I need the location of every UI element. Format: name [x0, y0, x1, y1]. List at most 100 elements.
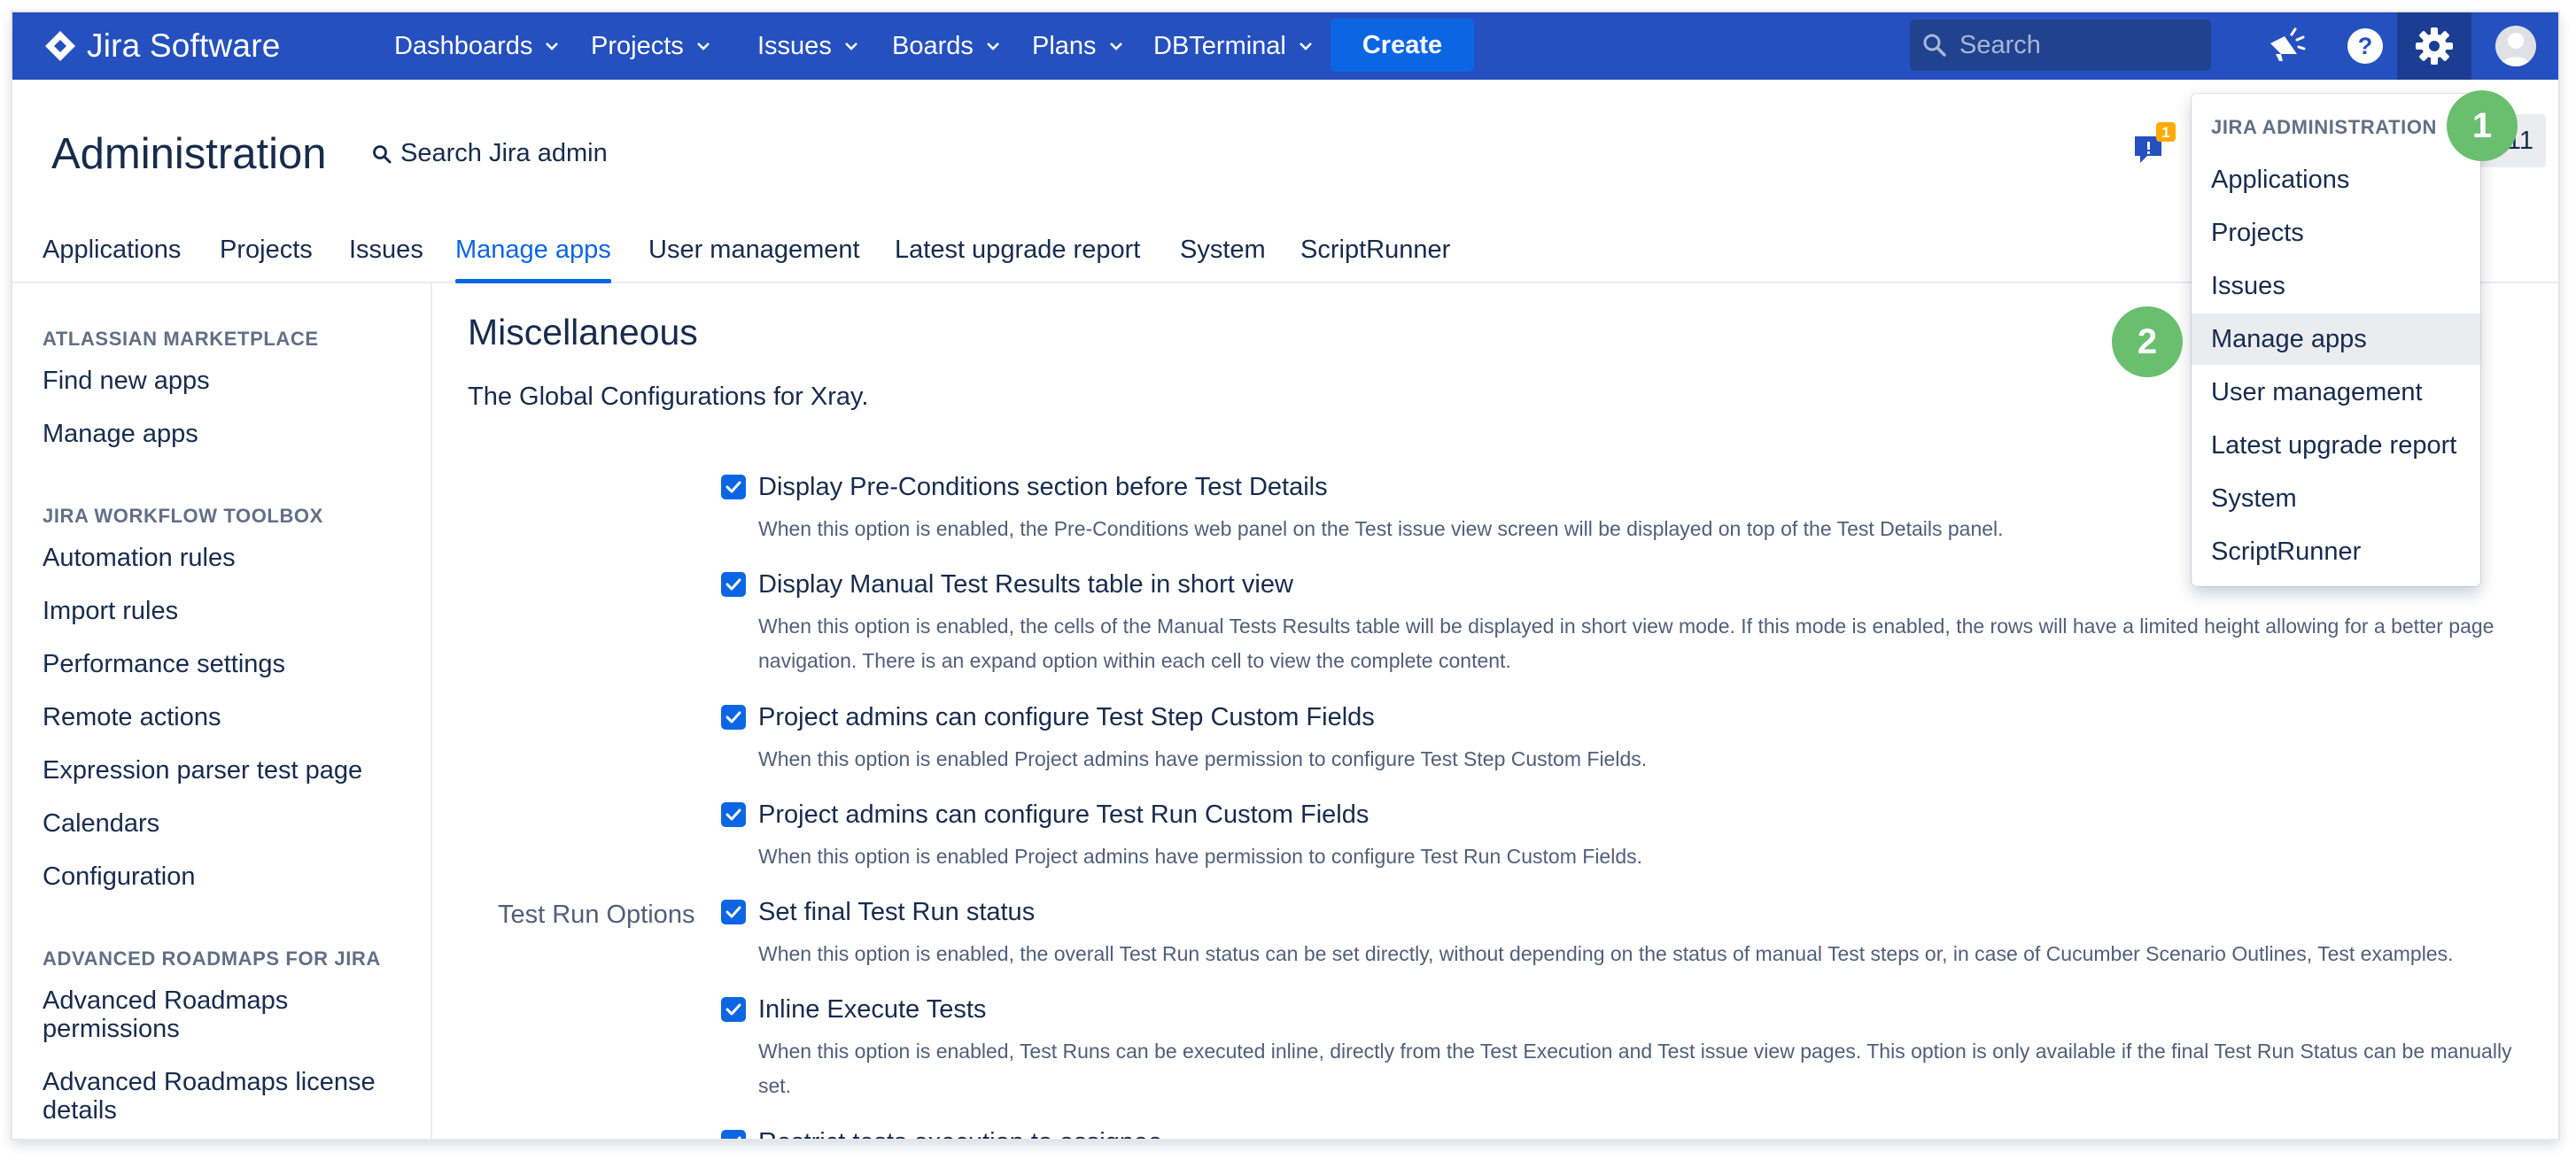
dropdown-item-user-management[interactable]: User management: [2192, 367, 2480, 418]
section-subtitle: The Global Configurations for Xray.: [468, 383, 869, 411]
nav-dbterminal-label: DBTerminal: [1153, 31, 1286, 60]
step-marker-2: 2: [2112, 306, 2183, 377]
jira-logo[interactable]: Jira Software: [43, 25, 281, 67]
sidebar-item-find-new-apps[interactable]: Find new apps: [43, 367, 415, 395]
option-title: Display Pre-Conditions section before Te…: [758, 473, 1328, 501]
page-title: Administration: [51, 130, 327, 178]
sidebar-item-automation-rules[interactable]: Automation rules: [43, 544, 415, 572]
checkmark-icon: [725, 711, 741, 723]
checkmark-icon: [737, 1136, 741, 1139]
tab-projects[interactable]: Projects: [220, 236, 313, 265]
checkmark-icon: [725, 1003, 741, 1016]
svg-text:?: ?: [2358, 33, 2373, 59]
option-title: Project admins can configure Test Run Cu…: [758, 800, 1369, 829]
nav-projects-label: Projects: [591, 31, 684, 60]
nav-dashboards[interactable]: Dashboards: [394, 25, 559, 67]
sidebar-item-import-rules[interactable]: Import rules: [43, 597, 415, 625]
create-button[interactable]: Create: [1331, 19, 1474, 72]
search-placeholder: Search: [1959, 30, 2041, 59]
search-icon: [1923, 34, 1946, 57]
chevron-down-icon: [696, 43, 710, 50]
dropdown-item-latest-upgrade-report[interactable]: Latest upgrade report: [2192, 420, 2480, 471]
nav-boards[interactable]: Boards: [892, 25, 1000, 67]
sidebar-heading-atlassian-marketplace: ATLASSIAN MARKETPLACE: [43, 328, 319, 350]
administration-dropdown: JIRA ADMINISTRATION Applications Project…: [2192, 94, 2480, 586]
option-description: When this option is enabled, Test Runs c…: [758, 1040, 2512, 1097]
admin-search-label: Search Jira admin: [400, 139, 608, 167]
notification-count: 1: [2161, 124, 2169, 141]
nav-plans[interactable]: Plans: [1032, 25, 1123, 67]
chevron-down-icon: [1109, 43, 1122, 50]
chevron-down-icon: [844, 43, 857, 50]
dropdown-item-manage-apps[interactable]: Manage apps: [2192, 313, 2480, 365]
avatar[interactable]: [2489, 12, 2542, 80]
dropdown-item-scriptrunner[interactable]: ScriptRunner: [2192, 526, 2480, 577]
option-checkbox[interactable]: [721, 705, 746, 730]
global-search-input[interactable]: Search: [1910, 19, 2211, 71]
step-marker-1: 1: [2447, 90, 2518, 161]
tab-user-management[interactable]: User management: [648, 236, 860, 265]
option-checkbox[interactable]: [721, 900, 746, 924]
checkmark-icon: [725, 481, 741, 493]
dropdown-item-system[interactable]: System: [2192, 473, 2480, 524]
sidebar-item-advanced-roadmaps-license-details[interactable]: Advanced Roadmaps license details: [43, 1068, 397, 1125]
dropdown-item-applications[interactable]: Applications: [2192, 154, 2480, 205]
admin-sidebar: ATLASSIAN MARKETPLACE Find new apps Mana…: [12, 283, 432, 1139]
chevron-down-icon: [986, 43, 999, 50]
gear-icon[interactable]: [2397, 12, 2471, 80]
option-title: Display Manual Test Results table in sho…: [758, 570, 1293, 599]
chevron-down-icon: [546, 43, 559, 50]
tab-issues[interactable]: Issues: [349, 236, 423, 265]
nav-dashboards-label: Dashboards: [394, 31, 533, 60]
dropdown-item-issues[interactable]: Issues: [2192, 260, 2480, 312]
tab-scriptrunner[interactable]: ScriptRunner: [1300, 236, 1450, 265]
option-checkbox[interactable]: [721, 572, 746, 597]
megaphone-icon[interactable]: [2259, 12, 2312, 80]
sidebar-heading-advanced-roadmaps: ADVANCED ROADMAPS FOR JIRA: [43, 947, 381, 970]
nav-boards-label: Boards: [892, 31, 974, 60]
checkmark-icon: [725, 906, 741, 918]
sidebar-item-configuration[interactable]: Configuration: [43, 862, 415, 891]
option-checkbox[interactable]: [721, 802, 746, 827]
brand-name: Jira Software: [87, 27, 281, 64]
nav-issues-label: Issues: [757, 31, 832, 60]
dropdown-item-projects[interactable]: Projects: [2192, 207, 2480, 259]
sidebar-item-performance-settings[interactable]: Performance settings: [43, 650, 415, 678]
option-checkbox[interactable]: [721, 1130, 746, 1139]
nav-issues[interactable]: Issues: [757, 25, 858, 67]
section-title: Miscellaneous: [468, 312, 698, 352]
checkmark-icon: [725, 808, 741, 821]
nav-dbterminal[interactable]: DBTerminal: [1153, 25, 1313, 67]
help-icon[interactable]: ?: [2339, 12, 2392, 80]
option-checkbox[interactable]: [721, 475, 746, 499]
sidebar-item-expression-parser-test-page[interactable]: Expression parser test page: [43, 756, 415, 785]
option-title: Inline Execute Tests: [758, 995, 987, 1024]
option-description: When this option is enabled Project admi…: [758, 747, 1648, 770]
tab-system[interactable]: System: [1180, 236, 1266, 265]
admin-search-button[interactable]: Search Jira admin: [372, 139, 608, 168]
chevron-down-icon: [1299, 43, 1312, 50]
checkmark-icon: [725, 578, 741, 591]
active-tab-indicator: [455, 279, 611, 283]
tab-manage-apps[interactable]: Manage apps: [455, 236, 611, 265]
nav-projects[interactable]: Projects: [591, 25, 710, 67]
tab-latest-upgrade-report[interactable]: Latest upgrade report: [895, 236, 1140, 265]
sidebar-item-advanced-roadmaps-permissions[interactable]: Advanced Roadmaps permissions: [43, 986, 335, 1043]
jira-diamond-icon: [45, 31, 75, 61]
dropdown-heading: JIRA ADMINISTRATION: [2211, 116, 2438, 138]
tab-applications[interactable]: Applications: [43, 236, 181, 265]
sidebar-item-remote-actions[interactable]: Remote actions: [43, 703, 415, 731]
option-description: When this option is enabled, the cells o…: [758, 615, 2495, 672]
option-title: Project admins can configure Test Step C…: [758, 703, 1375, 731]
admin-tabs: Applications Projects Issues Manage apps…: [12, 216, 2558, 283]
option-title: Set final Test Run status: [758, 898, 1036, 926]
option-description: When this option is enabled, the overall…: [758, 942, 2454, 965]
app-window: Jira Software Dashboards Projects Issues…: [12, 12, 2558, 1139]
sidebar-heading-jira-workflow-toolbox: JIRA WORKFLOW TOOLBOX: [43, 505, 323, 527]
sidebar-item-calendars[interactable]: Calendars: [43, 809, 415, 838]
test-run-options-label: Test Run Options: [498, 901, 695, 929]
sidebar-item-manage-apps[interactable]: Manage apps: [43, 420, 415, 448]
option-checkbox[interactable]: [721, 997, 746, 1022]
search-icon: [373, 144, 392, 163]
feedback-notification-icon[interactable]: 1: [2131, 120, 2177, 170]
